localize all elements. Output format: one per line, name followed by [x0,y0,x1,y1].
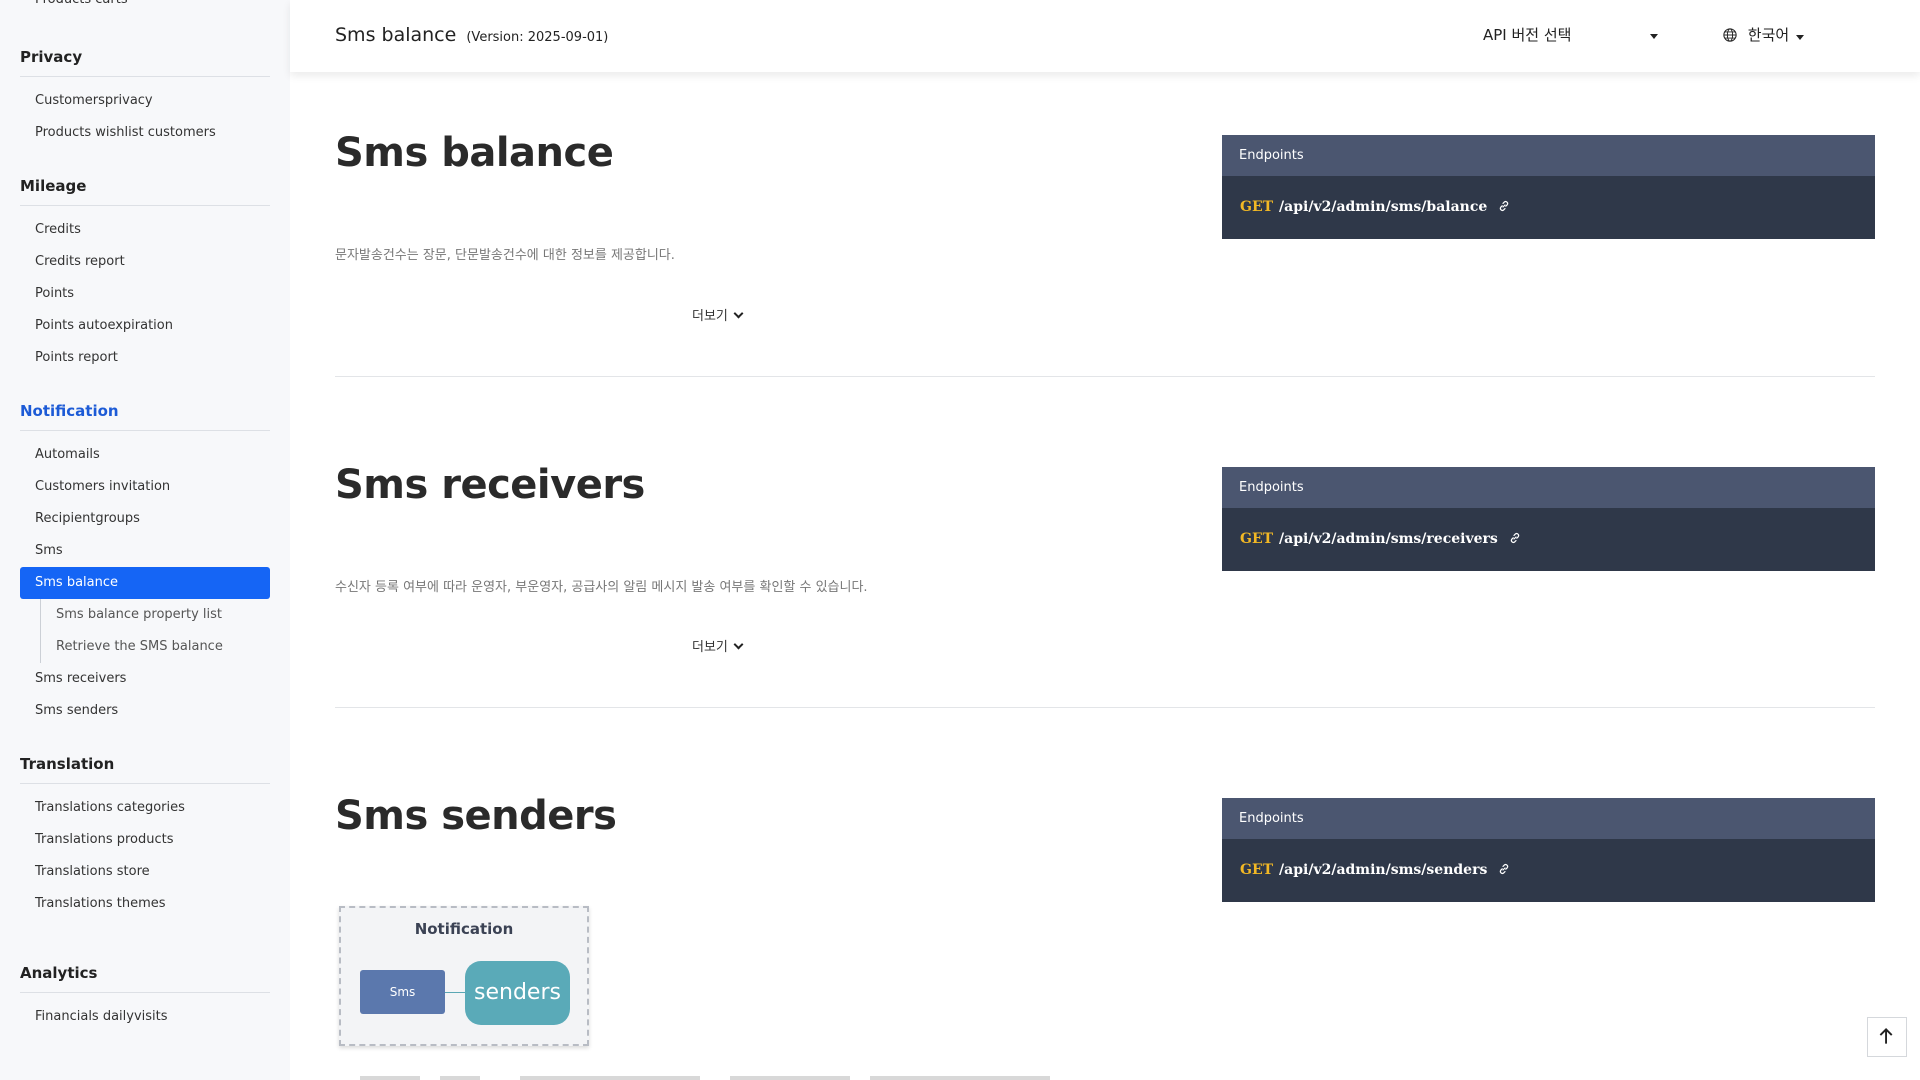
endpoint-header: Endpoints [1222,467,1875,508]
sidebar-item-credits[interactable]: Credits [20,214,270,246]
caret-down-icon [1650,34,1658,39]
endpoint-row: GET/api/v2/admin/sms/senders [1222,839,1875,902]
endpoint-box: Endpoints GET/api/v2/admin/sms/senders [1222,798,1875,902]
sidebar-item-financials-dailyvisits[interactable]: Financials dailyvisits [20,1001,270,1033]
globe-icon [1723,28,1737,42]
endpoint-row: GET/api/v2/admin/sms/receivers [1222,508,1875,571]
sidebar-item-recipientgroups[interactable]: Recipientgroups [20,503,270,535]
section-title: Sms balance [335,130,614,176]
endpoint-path: /api/v2/admin/sms/senders [1279,862,1488,878]
arrow-up-icon [1879,1028,1893,1044]
endpoint-header: Endpoints [1222,798,1875,839]
sidebar-item-translations-categories[interactable]: Translations categories [20,792,270,824]
sidebar-item-automails[interactable]: Automails [20,439,270,471]
http-method: GET [1240,199,1274,215]
sidebar-item-points[interactable]: Points [20,278,270,310]
diagram-title: Notification [414,920,514,938]
sidebar-subitem-sms-balance-property-list[interactable]: Sms balance property list [41,599,270,631]
sidebar-item-sms-balance[interactable]: Sms balance [20,567,270,599]
section-description: 문자발송건수는 장문, 단문발송건수에 대한 정보를 제공합니다. [335,248,675,263]
sidebar-item-credits-report[interactable]: Credits report [20,246,270,278]
sidebar-item-translations-themes[interactable]: Translations themes [20,888,270,920]
resource-diagram: Notification Sms senders [339,906,589,1046]
http-method: GET [1240,531,1274,547]
section-description: 수신자 등록 여부에 따라 운영자, 부운영자, 공급사의 알림 메시지 발송 … [335,580,868,595]
diagram-resource-box: senders [465,961,570,1025]
sidebar-item-sms-senders[interactable]: Sms senders [20,695,270,727]
nav-group-title: Analytics [20,964,270,993]
more-label: 더보기 [692,309,728,324]
language-select[interactable]: 한국어 [1723,24,1833,45]
version-label: (Version: 2025-09-01) [466,30,609,45]
section-sms-receivers: Sms receivers 수신자 등록 여부에 따라 운영자, 부운영자, 공… [335,462,1875,712]
nav-group-translation: Translation Translations categories Tran… [20,755,270,920]
nav-group-title: Privacy [20,48,270,77]
scroll-to-top-button[interactable] [1867,1017,1907,1057]
endpoint-box: Endpoints GET/api/v2/admin/sms/balance [1222,135,1875,239]
link-icon[interactable] [1498,200,1510,212]
diagram-connector [445,992,465,993]
chevron-down-icon [733,639,744,650]
nav-group-notification: Notification Automails Customers invitat… [20,402,270,727]
nav-group-mileage: Mileage Credits Credits report Points Po… [20,177,270,374]
link-icon[interactable] [1509,532,1521,544]
section-title: Sms senders [335,793,617,839]
section-divider [335,707,1875,708]
more-label: 더보기 [692,640,728,655]
sidebar-item-products-wishlist-customers[interactable]: Products wishlist customers [20,117,270,149]
top-header: Sms balance (Version: 2025-09-01) API 버전… [290,0,1920,72]
nav-group-title: Mileage [20,177,270,206]
sidebar-item-translations-store[interactable]: Translations store [20,856,270,888]
endpoint-box: Endpoints GET/api/v2/admin/sms/receivers [1222,467,1875,571]
section-sms-senders: Sms senders Endpoints GET/api/v2/admin/s… [335,793,1875,1080]
sidebar-item-translations-products[interactable]: Translations products [20,824,270,856]
http-method: GET [1240,862,1274,878]
chevron-down-icon [733,308,744,319]
sidebar-item-points-report[interactable]: Points report [20,342,270,374]
endpoint-path: /api/v2/admin/sms/receivers [1279,531,1498,547]
diagram-parent-box: Sms [360,970,445,1014]
link-icon[interactable] [1498,863,1510,875]
section-sms-balance: Sms balance 문자발송건수는 장문, 단문발송건수에 대한 정보를 제… [335,130,1875,380]
sidebar-subitem-retrieve-sms-balance[interactable]: Retrieve the SMS balance [41,631,270,663]
sidebar: Products carts Privacy Customersprivacy … [0,0,290,1080]
sidebar-subitems: Sms balance property list Retrieve the S… [40,599,270,663]
more-toggle[interactable]: 더보기 [692,636,744,655]
sidebar-item-customers-invitation[interactable]: Customers invitation [20,471,270,503]
page-title: Sms balance (Version: 2025-09-01) [335,24,608,46]
sidebar-item-sms-receivers[interactable]: Sms receivers [20,663,270,695]
language-label: 한국어 [1747,26,1790,44]
sidebar-item-products-carts[interactable]: Products carts [20,0,270,12]
endpoint-row: GET/api/v2/admin/sms/balance [1222,176,1875,239]
nav-group-privacy: Privacy Customersprivacy Products wishli… [20,48,270,149]
section-title: Sms receivers [335,462,645,508]
more-toggle[interactable]: 더보기 [692,305,744,324]
endpoint-path: /api/v2/admin/sms/balance [1279,199,1488,215]
sidebar-item-customersprivacy[interactable]: Customersprivacy [20,85,270,117]
cut-off-text [360,1076,1050,1080]
section-divider [335,376,1875,377]
sidebar-item-points-autoexpiration[interactable]: Points autoexpiration [20,310,270,342]
nav-group-title[interactable]: Notification [20,402,270,431]
sidebar-item-sms[interactable]: Sms [20,535,270,567]
api-version-label: API 버전 선택 [1483,26,1572,44]
page-title-text: Sms balance [335,24,457,46]
nav-group-analytics: Analytics Financials dailyvisits [20,964,270,1033]
caret-down-icon [1796,35,1804,40]
endpoint-header: Endpoints [1222,135,1875,176]
nav-group-title: Translation [20,755,270,784]
api-version-select[interactable]: API 버전 선택 [1483,24,1658,45]
